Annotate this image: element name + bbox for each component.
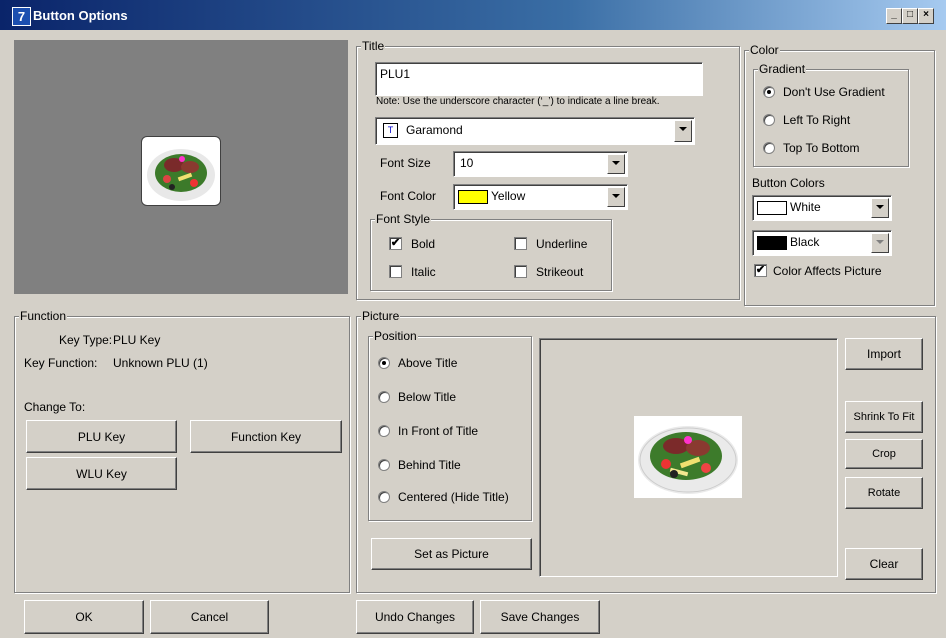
chevron-down-icon[interactable] [871, 233, 889, 253]
font-color-value: Yellow [491, 189, 526, 203]
app-icon: 7 [12, 7, 31, 26]
strikeout-checkbox[interactable] [514, 265, 527, 278]
strikeout-label: Strikeout [536, 265, 584, 279]
button-colors-label: Button Colors [752, 176, 825, 190]
line-break-note: Note: Use the underscore character (‘_’)… [376, 96, 660, 107]
chevron-down-icon[interactable] [871, 198, 889, 218]
gradient-left-right-radio[interactable] [763, 114, 775, 126]
button-color-1-value: White [790, 200, 821, 214]
button-color-2-value: Black [790, 235, 820, 249]
position-below-radio[interactable] [378, 391, 390, 403]
gradient-top-bottom-radio[interactable] [763, 142, 775, 154]
button-color-1-select[interactable]: White [752, 195, 892, 221]
font-icon: T [383, 123, 398, 138]
clear-button[interactable]: Clear [845, 548, 923, 580]
key-function-label: Key Function: [24, 356, 98, 370]
italic-label: Italic [411, 265, 436, 279]
color-group-legend: Color [749, 43, 780, 57]
position-centered-label: Centered (Hide Title) [398, 490, 509, 504]
close-button[interactable]: × [918, 8, 934, 24]
button-color-2-swatch [757, 236, 787, 250]
chevron-down-icon[interactable] [607, 154, 625, 174]
maximize-button[interactable]: □ [902, 8, 918, 24]
font-select-value: Garamond [406, 123, 463, 137]
change-to-label: Change To: [24, 400, 86, 414]
salad-image [147, 149, 215, 201]
window-title: Button Options [33, 8, 128, 23]
font-size-select[interactable]: 10 [453, 151, 628, 177]
shrink-to-fit-button[interactable]: Shrink To Fit [845, 401, 923, 433]
picture-preview [539, 338, 838, 577]
window-titlebar[interactable]: 7 Button Options _ □ × [0, 0, 946, 30]
ok-button[interactable]: OK [24, 600, 144, 634]
rotate-button[interactable]: Rotate [845, 477, 923, 509]
position-below-label: Below Title [398, 390, 457, 404]
cancel-button[interactable]: Cancel [150, 600, 269, 634]
color-affects-picture-checkbox[interactable]: ✔ [754, 264, 767, 277]
set-as-picture-button[interactable]: Set as Picture [371, 538, 532, 570]
italic-checkbox[interactable] [389, 265, 402, 278]
gradient-none-radio[interactable] [763, 86, 775, 98]
font-size-label: Font Size [380, 156, 431, 170]
picture-legend: Picture [361, 309, 401, 323]
key-function-value: Unknown PLU (1) [113, 356, 208, 370]
font-select[interactable]: T Garamond [375, 117, 695, 145]
chevron-down-icon[interactable] [674, 120, 692, 142]
crop-button[interactable]: Crop [845, 439, 923, 469]
position-front-label: In Front of Title [398, 424, 479, 438]
bold-checkbox[interactable]: ✔ [389, 237, 402, 250]
gradient-top-bottom-label: Top To Bottom [783, 141, 860, 155]
button-preview [141, 136, 221, 206]
position-front-radio[interactable] [378, 425, 390, 437]
font-color-swatch [458, 190, 488, 204]
import-button[interactable]: Import [845, 338, 923, 370]
minimize-button[interactable]: _ [886, 8, 902, 24]
title-group-legend: Title [361, 39, 386, 53]
button-color-1-swatch [757, 201, 787, 215]
font-style-legend: Font Style [375, 212, 432, 226]
position-behind-radio[interactable] [378, 459, 390, 471]
position-behind-label: Behind Title [398, 458, 461, 472]
key-type-value: PLU Key [113, 333, 161, 347]
underline-checkbox[interactable] [514, 237, 527, 250]
key-type-label: Key Type: [59, 333, 113, 347]
chevron-down-icon[interactable] [607, 187, 625, 207]
bold-label: Bold [411, 237, 436, 251]
position-centered-radio[interactable] [378, 491, 390, 503]
color-affects-picture-label: Color Affects Picture [773, 264, 882, 278]
font-color-label: Font Color [380, 189, 437, 203]
salad-picture [634, 416, 742, 498]
button-preview-area [14, 40, 348, 294]
save-changes-button[interactable]: Save Changes [480, 600, 600, 634]
function-key-button[interactable]: Function Key [190, 420, 342, 453]
position-above-radio[interactable] [378, 357, 390, 369]
position-above-label: Above Title [398, 356, 458, 370]
wlu-key-button[interactable]: WLU Key [26, 457, 177, 490]
font-size-value: 10 [460, 156, 474, 170]
button-color-2-select[interactable]: Black [752, 230, 892, 256]
gradient-none-label: Don't Use Gradient [783, 85, 885, 99]
font-color-select[interactable]: Yellow [453, 184, 628, 210]
function-legend: Function [19, 309, 68, 323]
underline-label: Underline [536, 237, 588, 251]
undo-changes-button[interactable]: Undo Changes [356, 600, 474, 634]
gradient-legend: Gradient [758, 62, 807, 76]
font-style-group: Font Style [370, 212, 612, 291]
position-legend: Position [373, 329, 418, 343]
plu-key-button[interactable]: PLU Key [26, 420, 177, 453]
title-input[interactable]: PLU1 [375, 62, 703, 96]
gradient-left-right-label: Left To Right [783, 113, 851, 127]
